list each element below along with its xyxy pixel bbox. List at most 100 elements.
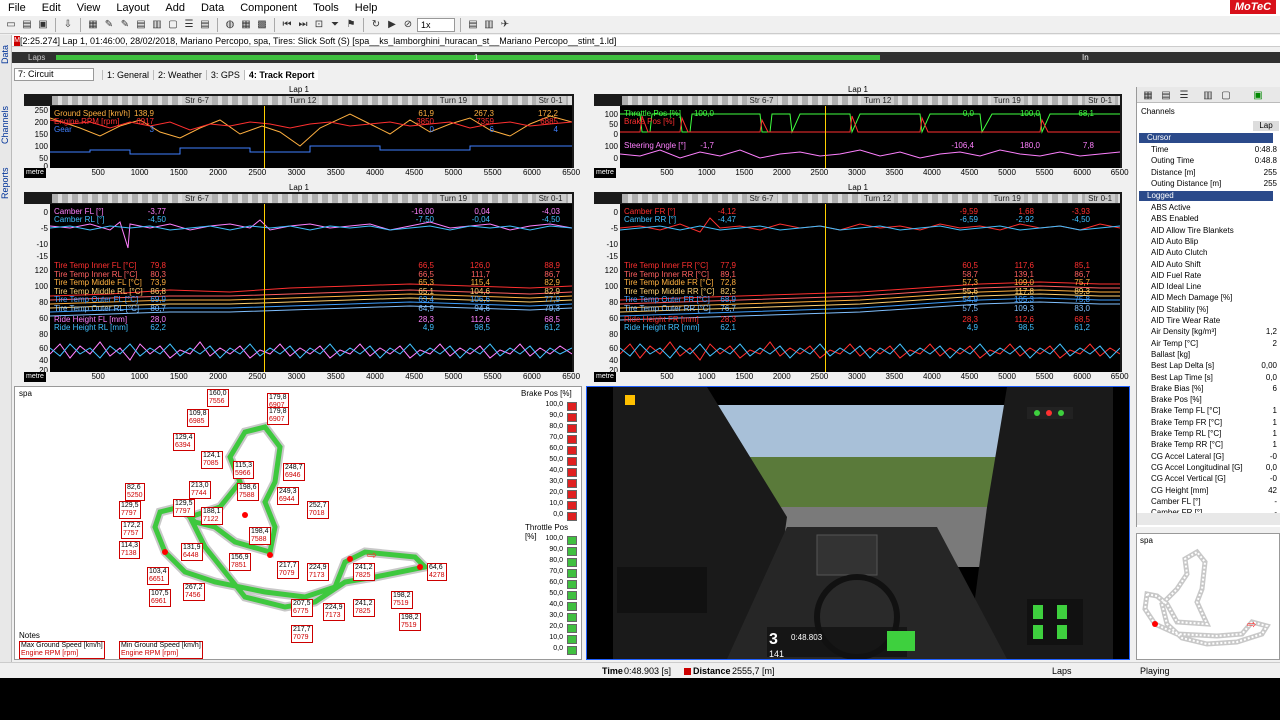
- layout-icon[interactable]: ▥: [150, 18, 164, 32]
- step-back-icon[interactable]: ⏮: [280, 18, 294, 32]
- onboard-video[interactable]: 3 141 0:48.803: [586, 386, 1130, 660]
- list-icon[interactable]: ☰: [182, 18, 196, 32]
- group-logged[interactable]: Logged: [1139, 191, 1273, 201]
- new-icon[interactable]: ▭: [4, 18, 18, 32]
- channel-row[interactable]: CG Height [mm] 42: [1151, 485, 1279, 496]
- channel-row[interactable]: Camber FL [°] -: [1151, 496, 1279, 507]
- export-icon[interactable]: ▤: [466, 18, 480, 32]
- tab-weather[interactable]: 2: Weather: [153, 69, 206, 80]
- open-folder-icon[interactable]: ▤: [20, 18, 34, 32]
- channel-row[interactable]: AID Tire Wear Rate: [1151, 315, 1279, 326]
- cursor-line[interactable]: [825, 204, 826, 372]
- table-icon[interactable]: ▤: [134, 18, 148, 32]
- window-icon[interactable]: ▢: [166, 18, 180, 32]
- menu-data[interactable]: Data: [193, 2, 232, 14]
- playback-speed-select[interactable]: 1x: [417, 17, 455, 32]
- group-cursor[interactable]: Cursor: [1139, 133, 1273, 143]
- menu-file[interactable]: File: [0, 2, 34, 14]
- tool2-icon[interactable]: ✎: [118, 18, 132, 32]
- channels-filter-icon[interactable]: ▤: [1159, 88, 1173, 102]
- channels-list-icon[interactable]: ☰: [1177, 88, 1191, 102]
- globe-icon[interactable]: ◍: [223, 18, 237, 32]
- filter-icon[interactable]: ⏷: [328, 18, 342, 32]
- report-icon[interactable]: ▤: [198, 18, 212, 32]
- mini-track-map[interactable]: spa ⇨: [1136, 533, 1280, 660]
- channel-row[interactable]: AID Auto Shift: [1151, 259, 1279, 270]
- channel-row[interactable]: Distance [m] 255: [1151, 167, 1279, 178]
- channel-row[interactable]: CG Accel Lateral [G] -0: [1151, 451, 1279, 462]
- channels-detail-icon[interactable]: ▢: [1219, 88, 1233, 102]
- channel-row[interactable]: Air Temp [°C] 2: [1151, 338, 1279, 349]
- play-icon[interactable]: ▶: [385, 18, 399, 32]
- channel-row[interactable]: AID Mech Damage [%]: [1151, 292, 1279, 303]
- channel-row[interactable]: ABS Active: [1151, 202, 1279, 213]
- workbook-select[interactable]: 7: Circuit: [14, 68, 94, 81]
- channel-row[interactable]: Outing Time 0:48.8: [1151, 155, 1279, 166]
- chart-icon[interactable]: ▦: [239, 18, 253, 32]
- step-forward-icon[interactable]: ⏭: [296, 18, 310, 32]
- zoom-fit-icon[interactable]: ⊡: [312, 18, 326, 32]
- menu-tools[interactable]: Tools: [305, 2, 347, 14]
- graph-left-tires[interactable]: Lap 1 Str 6-7 Turn 19 Str 0-1 0 -5 -10 -…: [24, 184, 580, 382]
- tab-track-report[interactable]: 4: Track Report: [243, 69, 319, 80]
- menu-add[interactable]: Add: [157, 2, 193, 14]
- menu-edit[interactable]: Edit: [34, 2, 69, 14]
- matrix-icon[interactable]: ▩: [255, 18, 269, 32]
- channel-row[interactable]: Outing Distance [m] 255: [1151, 178, 1279, 189]
- side-tab-reports[interactable]: Reports: [0, 161, 12, 205]
- channel-row[interactable]: Time 0:48.8: [1151, 144, 1279, 155]
- channel-row[interactable]: CG Accel Vertical [G] -0: [1151, 473, 1279, 484]
- channel-row[interactable]: Brake Bias [%] 6: [1151, 383, 1279, 394]
- channel-row[interactable]: AID Auto Clutch: [1151, 247, 1279, 258]
- menu-layout[interactable]: Layout: [108, 2, 157, 14]
- channels-columns-icon[interactable]: ▥: [1201, 88, 1215, 102]
- settings-icon[interactable]: ▥: [482, 18, 496, 32]
- graph-speed-rpm[interactable]: Lap 1 Str 6-7 Turn 12 Turn 19 Str 0-1 25…: [24, 86, 580, 178]
- channels-hscrollbar[interactable]: [1137, 513, 1280, 525]
- channel-row[interactable]: Brake Temp FR [°C] 1: [1151, 417, 1279, 428]
- channel-row[interactable]: Brake Temp RR [°C] 1: [1151, 439, 1279, 450]
- laps-bar[interactable]: Laps 1 In: [12, 52, 1280, 63]
- channels-export-icon[interactable]: ▣: [1251, 88, 1265, 102]
- channel-row[interactable]: AID Ideal Line: [1151, 281, 1279, 292]
- menu-help[interactable]: Help: [347, 2, 386, 14]
- tab-gps[interactable]: 3: GPS: [205, 69, 244, 80]
- tab-lap[interactable]: Lap: [1253, 121, 1279, 131]
- tab-general[interactable]: 1: General: [102, 69, 153, 80]
- channel-row[interactable]: CG Accel Longitudinal [G] 0,0: [1151, 462, 1279, 473]
- channel-row[interactable]: Brake Pos [%]: [1151, 394, 1279, 405]
- side-tab-data[interactable]: Data: [0, 39, 12, 69]
- channel-row[interactable]: ABS Enabled: [1151, 213, 1279, 224]
- channel-row[interactable]: Brake Temp FL [°C] 1: [1151, 405, 1279, 416]
- channel-row[interactable]: Brake Temp RL [°C] 1: [1151, 428, 1279, 439]
- tool-icon[interactable]: ✎: [102, 18, 116, 32]
- menu-view[interactable]: View: [69, 2, 109, 14]
- channels-view-icon[interactable]: ▦: [1141, 88, 1155, 102]
- cursor-line[interactable]: [264, 106, 265, 168]
- save-icon[interactable]: ▣: [36, 18, 50, 32]
- channel-row[interactable]: Ballast [kg]: [1151, 349, 1279, 360]
- camera-icon[interactable]: [625, 395, 635, 405]
- cursor-line[interactable]: [264, 204, 265, 372]
- channel-row[interactable]: AID Allow Tire Blankets: [1151, 225, 1279, 236]
- channel-row[interactable]: AID Auto Blip: [1151, 236, 1279, 247]
- stop-icon[interactable]: ⊘: [401, 18, 415, 32]
- channel-avg: 82,9: [544, 278, 560, 287]
- channel-row[interactable]: Air Density [kg/m³] 1,2: [1151, 326, 1279, 337]
- side-tab-channels[interactable]: Channels: [0, 95, 12, 155]
- lap-1-span[interactable]: [56, 55, 880, 60]
- track-map[interactable]: spa ⇨ 160,0 7556 179,8 6907 179,8 6907 109,8 69…: [14, 386, 582, 660]
- graph-right-tires[interactable]: Lap 1 Str 6-7 Turn 12 Turn 19 Str 0-1 0 …: [594, 184, 1129, 382]
- channel-row[interactable]: Best Lap Delta [s] 0,00: [1151, 360, 1279, 371]
- cursor-line[interactable]: [825, 106, 826, 168]
- pin-icon[interactable]: ✈: [498, 18, 512, 32]
- refresh-icon[interactable]: ↻: [369, 18, 383, 32]
- menu-component[interactable]: Component: [232, 2, 305, 14]
- channel-row[interactable]: AID Fuel Rate: [1151, 270, 1279, 281]
- graph-throttle-brake[interactable]: Lap 1 Str 6-7 Turn 12 Turn 19 Str 0-1 10…: [594, 86, 1129, 178]
- channel-row[interactable]: AID Stability [%]: [1151, 304, 1279, 315]
- channel-row[interactable]: Best Lap Time [s] 0,0: [1151, 372, 1279, 383]
- grid-icon[interactable]: ▦: [86, 18, 100, 32]
- marker-icon[interactable]: ⚑: [344, 18, 358, 32]
- download-icon[interactable]: ⇩: [61, 18, 75, 32]
